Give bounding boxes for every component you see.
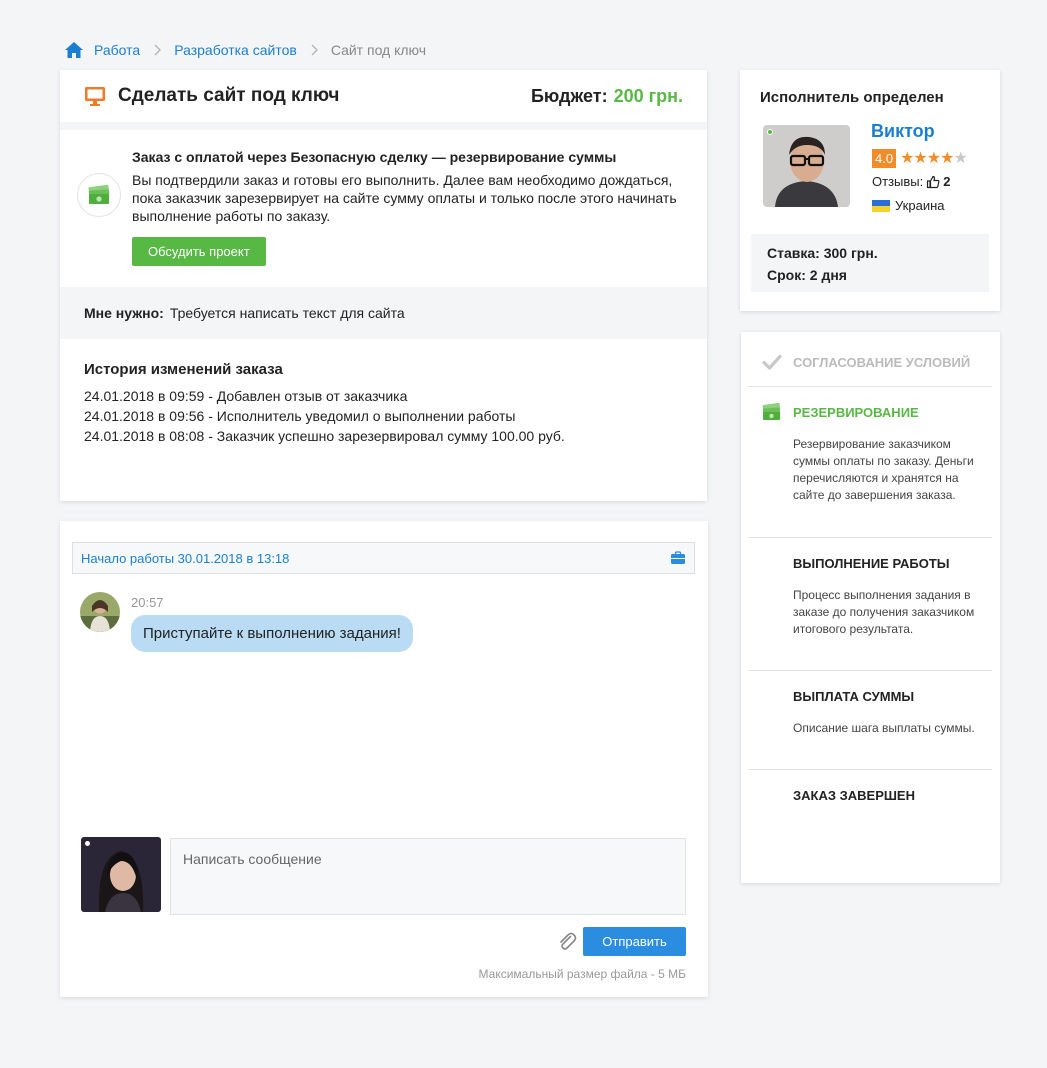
breadcrumb: Работа Разработка сайтов Сайт под ключ — [64, 40, 426, 60]
chevron-right-icon — [154, 44, 162, 56]
checkmark-icon — [760, 352, 784, 372]
step-reservation: РЕЗЕРВИРОВАНИЕ Резервирование заказчиком… — [748, 402, 992, 504]
send-button[interactable]: Отправить — [583, 927, 686, 956]
performer-name[interactable]: Виктор — [871, 121, 935, 142]
breadcrumb-web-dev[interactable]: Разработка сайтов — [174, 42, 297, 58]
step-title: СОГЛАСОВАНИЕ УСЛОВИЙ — [793, 354, 971, 370]
history-item: 24.01.2018 в 09:59 - Добавлен отзыв от з… — [84, 388, 408, 404]
step-payout: ВЫПЛАТА СУММЫ Описание шага выплаты сумм… — [748, 686, 992, 737]
rate: Ставка: 300 грн. — [767, 245, 878, 261]
briefcase-icon — [671, 551, 685, 564]
step-description: Резервирование заказчиком суммы оплаты п… — [793, 437, 974, 502]
online-indicator — [767, 129, 773, 135]
message-bubble: Приступайте к выполнению задания! — [131, 615, 413, 652]
ukraine-flag-icon — [872, 199, 890, 212]
money-icon — [77, 173, 121, 217]
work-start-bar: Начало работы 30.01.2018 в 13:18 — [72, 542, 695, 574]
message-time: 20:57 — [131, 595, 164, 610]
max-file-size: Максимальный размер файла - 5 МБ — [478, 967, 686, 981]
need-text: Требуется написать текст для сайта — [169, 305, 405, 321]
performer-card: Исполнитель определен Виктор 4.0 ★★★★★ О… — [740, 70, 1000, 311]
step-description: Процесс выполнения задания в заказе до п… — [793, 588, 975, 636]
order-header: Сделать сайт под ключ Бюджет: 200 грн. — [60, 70, 707, 130]
work-start-label: Начало работы 30.01.2018 в 13:18 — [81, 550, 290, 566]
order-history: История изменений заказа 24.01.2018 в 09… — [60, 339, 707, 446]
safe-deal-notice: Заказ с оплатой через Безопасную сделку … — [60, 130, 707, 287]
step-title: ВЫПЛАТА СУММЫ — [793, 688, 915, 704]
performer-avatar[interactable] — [763, 125, 850, 207]
paperclip-icon[interactable] — [556, 931, 578, 953]
thumbs-up-icon — [927, 175, 940, 188]
step-title: ВЫПОЛНЕНИЕ РАБОТЫ — [793, 555, 950, 571]
need-label: Мне нужно: — [84, 305, 164, 321]
country-name: Украина — [895, 198, 945, 213]
reviews-label: Отзывы: — [872, 174, 924, 189]
order-card: Сделать сайт под ключ Бюджет: 200 грн. За… — [60, 70, 707, 501]
step-agreement: СОГЛАСОВАНИЕ УСЛОВИЙ — [748, 352, 992, 372]
budget-label: Бюджет: — [530, 85, 608, 106]
breadcrumb-current: Сайт под ключ — [330, 42, 427, 58]
home-icon[interactable] — [64, 41, 84, 59]
rating-badge: 4.0 — [872, 148, 897, 168]
discuss-project-button[interactable]: Обсудить проект — [132, 237, 266, 266]
budget: Бюджет: 200 грн. — [531, 86, 683, 107]
star-rating: ★★★★★ — [900, 150, 968, 167]
chevron-right-icon — [311, 44, 318, 56]
history-item: 24.01.2018 в 08:08 - Заказчик успешно за… — [84, 428, 565, 444]
money-icon — [760, 402, 784, 422]
history-item: 24.01.2018 в 09:56 - Исполнитель уведоми… — [84, 408, 516, 424]
history-title: История изменений заказа — [84, 361, 283, 378]
step-description: Описание шага выплаты суммы. — [793, 721, 975, 735]
deal-title: Заказ с оплатой через Безопасную сделку … — [132, 149, 617, 165]
reviews-count: 2 — [943, 174, 951, 189]
my-avatar — [81, 837, 161, 912]
step-title: РЕЗЕРВИРОВАНИЕ — [793, 404, 919, 420]
breadcrumb-work[interactable]: Работа — [94, 42, 140, 58]
budget-value: 200 грн. — [613, 85, 683, 106]
term: Срок: 2 дня — [767, 267, 847, 283]
step-completed: ЗАКАЗ ЗАВЕРШЕН — [748, 785, 992, 805]
performer-terms: Ставка: 300 грн. Срок: 2 дня — [751, 234, 989, 292]
step-work: ВЫПОЛНЕНИЕ РАБОТЫ Процесс выполнения зад… — [748, 553, 992, 638]
deal-text: Вы подтвердили заказ и готовы его выполн… — [132, 172, 677, 224]
performer-rating: 4.0 ★★★★★ — [872, 148, 968, 168]
performer-heading: Исполнитель определен — [760, 89, 944, 106]
order-title: Сделать сайт под ключ — [118, 85, 340, 106]
performer-reviews[interactable]: Отзывы: 2 — [872, 174, 950, 189]
monitor-icon — [85, 87, 105, 106]
sender-avatar — [80, 592, 120, 632]
chat-card: Начало работы 30.01.2018 в 13:18 20:57 П… — [60, 521, 708, 997]
step-title: ЗАКАЗ ЗАВЕРШЕН — [793, 787, 915, 803]
performer-country: Украина — [872, 198, 945, 213]
message-input[interactable]: Написать сообщение — [170, 838, 686, 915]
deal-steps-card: СОГЛАСОВАНИЕ УСЛОВИЙ РЕЗЕРВИРОВАНИЕ Резе… — [741, 332, 1000, 883]
requirement-row: Мне нужно: Требуется написать текст для … — [60, 287, 707, 339]
